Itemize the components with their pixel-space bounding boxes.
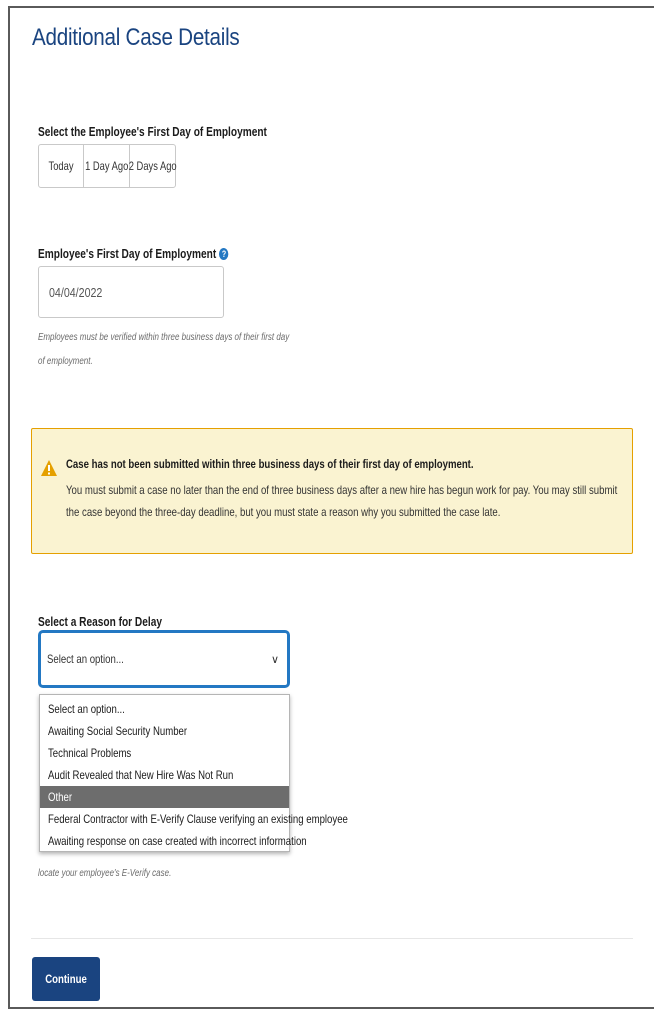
option-federal-contractor[interactable]: Federal Contractor with E-Verify Clause … bbox=[40, 808, 348, 830]
first-day-hint: Employees must be verified within three … bbox=[38, 326, 289, 374]
delay-reason-hint: locate your employee's E-Verify case. bbox=[38, 868, 172, 879]
two-days-ago-button[interactable]: 2 Days Ago bbox=[129, 145, 177, 187]
one-day-ago-button[interactable]: 1 Day Ago bbox=[84, 145, 130, 187]
page-title: Additional Case Details bbox=[32, 24, 240, 51]
delay-reason-selected-value: Select an option... bbox=[47, 652, 124, 666]
option-awaiting-ssn[interactable]: Awaiting Social Security Number bbox=[40, 720, 289, 742]
option-audit-revealed[interactable]: Audit Revealed that New Hire Was Not Run bbox=[40, 764, 289, 786]
warning-triangle-icon bbox=[40, 459, 58, 482]
page-frame: Additional Case Details Select the Emplo… bbox=[8, 6, 654, 1009]
chevron-down-icon: ∨ bbox=[270, 654, 279, 666]
first-day-date-input[interactable]: 04/04/2022 bbox=[38, 266, 224, 318]
case-details-form: Additional Case Details Select the Emplo… bbox=[10, 8, 654, 1007]
delay-reason-label: Select a Reason for Delay bbox=[38, 614, 162, 629]
option-technical-problems[interactable]: Technical Problems bbox=[40, 742, 289, 764]
late-submission-alert: Case has not been submitted within three… bbox=[31, 428, 633, 554]
delay-reason-options-list: Select an option... Awaiting Social Secu… bbox=[39, 694, 348, 852]
alert-body: You must submit a case no later than the… bbox=[66, 483, 618, 519]
first-day-hint-line-1: Employees must be verified within three … bbox=[38, 332, 290, 343]
option-awaiting-response[interactable]: Awaiting response on case created with i… bbox=[40, 830, 307, 852]
option-other[interactable]: Other bbox=[40, 786, 289, 808]
first-day-hint-line-2: of employment. bbox=[38, 356, 93, 367]
first-day-field-label: Employee's First Day of Employment? bbox=[38, 246, 229, 261]
first-day-date-value: 04/04/2022 bbox=[49, 284, 103, 300]
continue-button[interactable]: Continue bbox=[32, 957, 100, 1001]
today-button[interactable]: Today bbox=[39, 145, 84, 187]
form-divider bbox=[31, 938, 633, 939]
delay-reason-select[interactable]: Select an option... ∨ bbox=[38, 630, 290, 688]
first-day-field-label-text: Employee's First Day of Employment bbox=[38, 246, 217, 261]
option-select-placeholder[interactable]: Select an option... bbox=[40, 698, 289, 720]
alert-heading: Case has not been submitted within three… bbox=[66, 457, 474, 471]
first-day-selector: Today 1 Day Ago 2 Days Ago bbox=[38, 144, 176, 188]
question-circle-icon[interactable]: ? bbox=[219, 248, 229, 260]
first-day-selector-label: Select the Employee's First Day of Emplo… bbox=[38, 124, 267, 139]
